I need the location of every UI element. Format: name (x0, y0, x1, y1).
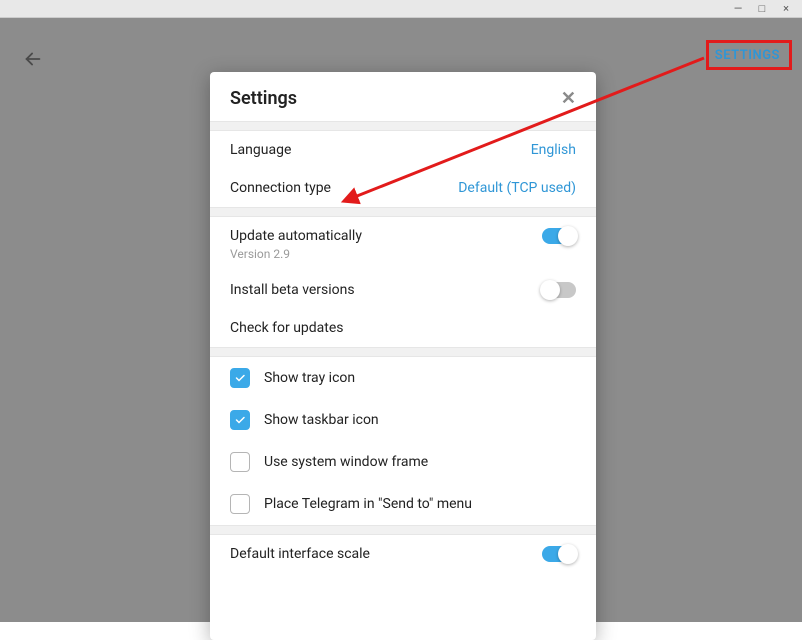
beta-label: Install beta versions (230, 282, 355, 298)
window-frame-label: Use system window frame (264, 454, 428, 470)
tray-icon-row[interactable]: Show tray icon (210, 357, 596, 399)
section-separator (210, 121, 596, 131)
update-version-text: Version 2.9 (210, 247, 596, 271)
beta-row[interactable]: Install beta versions (210, 271, 596, 309)
section-separator (210, 207, 596, 217)
tray-icon-checkbox[interactable] (230, 368, 250, 388)
window-close-button[interactable]: × (778, 2, 794, 15)
window-minimize-button[interactable]: — (730, 2, 746, 15)
scale-section: Default interface scale (210, 535, 596, 573)
connection-type-row[interactable]: Connection type Default (TCP used) (210, 169, 596, 207)
interface-scale-row[interactable]: Default interface scale (210, 535, 596, 573)
window-titlebar: — □ × (0, 0, 802, 18)
taskbar-icon-checkbox[interactable] (230, 410, 250, 430)
tray-icon-label: Show tray icon (264, 370, 355, 386)
update-auto-label: Update automatically (230, 228, 362, 244)
system-section: Show tray icon Show taskbar icon Use sys… (210, 357, 596, 525)
sendto-label: Place Telegram in "Send to" menu (264, 496, 472, 512)
modal-title: Settings (230, 88, 297, 109)
settings-header-link[interactable]: SETTINGS (715, 48, 780, 63)
language-label: Language (230, 142, 291, 158)
check-updates-label: Check for updates (230, 320, 344, 336)
interface-scale-toggle[interactable] (542, 546, 576, 562)
connection-type-label: Connection type (230, 180, 331, 196)
language-value: English (531, 142, 576, 158)
modal-header: Settings ✕ (210, 72, 596, 121)
sendto-checkbox[interactable] (230, 494, 250, 514)
window-maximize-button[interactable]: □ (754, 2, 770, 15)
update-auto-toggle[interactable] (542, 228, 576, 244)
taskbar-icon-label: Show taskbar icon (264, 412, 379, 428)
sendto-row[interactable]: Place Telegram in "Send to" menu (210, 483, 596, 525)
connection-type-value: Default (TCP used) (458, 180, 576, 196)
close-icon[interactable]: ✕ (561, 88, 576, 109)
section-separator (210, 525, 596, 535)
window-frame-row[interactable]: Use system window frame (210, 441, 596, 483)
section-separator (210, 347, 596, 357)
general-section: Language English Connection type Default… (210, 131, 596, 207)
window-frame-checkbox[interactable] (230, 452, 250, 472)
interface-scale-label: Default interface scale (230, 546, 370, 562)
check-updates-row[interactable]: Check for updates (210, 309, 596, 347)
settings-modal: Settings ✕ Language English Connection t… (210, 72, 596, 640)
taskbar-icon-row[interactable]: Show taskbar icon (210, 399, 596, 441)
updates-section: Update automatically Version 2.9 Install… (210, 217, 596, 347)
language-row[interactable]: Language English (210, 131, 596, 169)
back-arrow-icon[interactable] (22, 48, 44, 75)
beta-toggle[interactable] (542, 282, 576, 298)
